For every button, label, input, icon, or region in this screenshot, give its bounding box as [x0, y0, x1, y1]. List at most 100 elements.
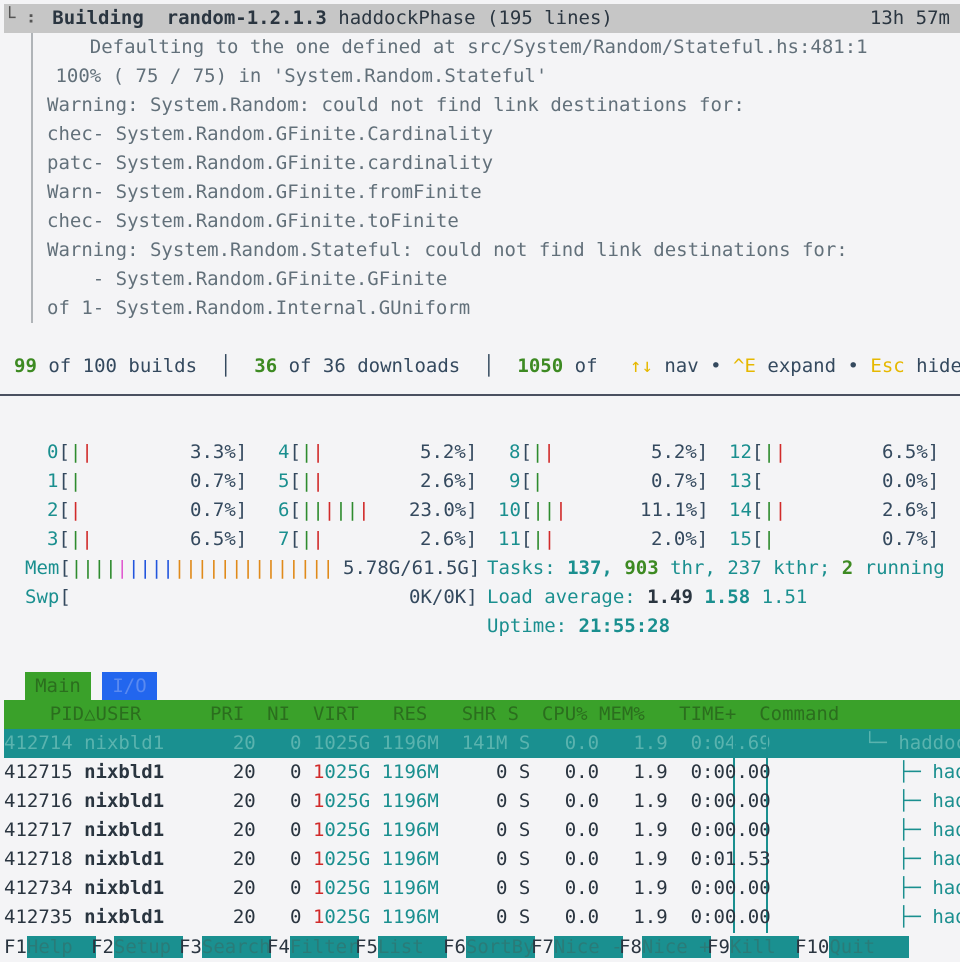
mem-meter: Mem[||||||||||||||||||||||| — [25, 557, 334, 579]
fkey-search[interactable]: F3Search — [179, 933, 271, 962]
cpu-meter-14: 14[|| — [729, 499, 787, 521]
fkey-key: F8 — [619, 936, 642, 958]
pid: 412734 — [4, 877, 73, 899]
cpu-value: 6.5% — [882, 441, 928, 463]
col-pri[interactable]: PRI — [210, 703, 244, 725]
res: 1196M — [381, 906, 439, 928]
shr: 0 — [496, 790, 508, 812]
col-user[interactable]: USER — [96, 703, 142, 725]
cpu-meter-10: 10[||| — [498, 499, 567, 521]
time: 0:00.00 — [690, 790, 771, 812]
fkey-kill[interactable]: F9Kill — [707, 933, 799, 962]
table-row[interactable]: 412715 nixbld1 20 0 1025G 1196M 0 S 0.0 … — [4, 758, 771, 787]
cpu-meter-4: 4[|| — [278, 441, 324, 463]
table-row[interactable]: 412735 nixbld1 20 0 1025G 1196M 0 S 0.0 … — [4, 903, 771, 932]
col-command[interactable]: Command — [759, 703, 839, 725]
build-package: random-1.2.1.3 — [166, 7, 327, 29]
cpu-id: 9 — [509, 470, 521, 492]
downloads-done: 36 — [254, 355, 278, 377]
cpu: 0.0 — [564, 732, 600, 754]
table-row[interactable]: 412718 nixbld1 20 0 1025G 1196M 0 S 0.0 … — [4, 845, 771, 874]
user: nixbld1 — [84, 819, 165, 841]
fkey-label: Nice - — [553, 936, 623, 958]
table-row-selected[interactable]: 412714 nixbld1 20 0 1025G 1196M 141M S 0… — [4, 729, 960, 758]
fkey-list[interactable]: F5List — [355, 933, 447, 962]
time: 0:00.00 — [690, 906, 771, 928]
cpu-id: 4 — [278, 441, 290, 463]
build-header-bar: └ ⠆ Building random-1.2.1.3 haddockPhase… — [4, 4, 960, 33]
fkey-nice-plus[interactable]: F8Nice + — [619, 933, 711, 962]
cpu-meter-7: 7[|| — [278, 528, 324, 550]
other-text: of — [574, 355, 598, 377]
load-meter: Load average: 1.49 1.58 1.51 — [487, 583, 807, 612]
col-mem[interactable]: MEM% — [599, 703, 645, 725]
pri: 20 — [232, 732, 256, 754]
tab-io[interactable]: I/O — [102, 672, 157, 700]
cpu-id: 10 — [498, 499, 521, 521]
col-s[interactable]: S — [507, 703, 518, 725]
fkey-label: Search — [201, 936, 271, 958]
fkey-setup[interactable]: F2Setup — [91, 933, 183, 962]
col-virt[interactable]: VIRT — [313, 703, 359, 725]
expand-key[interactable]: ^E — [733, 355, 756, 377]
table-row[interactable]: 412734 nixbld1 20 0 1025G 1196M 0 S 0.0 … — [4, 874, 771, 903]
build-lines: (195 lines) — [487, 7, 613, 29]
col-ni[interactable]: NI — [267, 703, 290, 725]
shr: 0 — [496, 819, 508, 841]
pid: 412715 — [4, 761, 73, 783]
col-cpu[interactable]: CPU% — [542, 703, 588, 725]
cpu: 0.0 — [564, 906, 600, 928]
cpu-id: 11 — [498, 528, 521, 550]
virt-lo: 025G — [324, 877, 371, 899]
command: ├─ had — [898, 790, 960, 812]
table-row[interactable]: 412717 nixbld1 20 0 1025G 1196M 0 S 0.0 … — [4, 816, 771, 845]
mem-label: Mem — [25, 557, 60, 579]
pri: 20 — [232, 819, 256, 841]
col-res[interactable]: RES — [393, 703, 427, 725]
pid: 412714 — [4, 732, 73, 754]
state: S — [518, 906, 531, 928]
virt-hi: 1 — [312, 819, 325, 841]
fkey-sortby[interactable]: F6SortBy — [443, 933, 535, 962]
fkey-help[interactable]: F1Help — [4, 933, 96, 962]
thr-label: thr, — [670, 557, 716, 579]
swap-meter: Swp[ — [25, 586, 71, 608]
fkey-quit[interactable]: F10Quit — [795, 933, 910, 962]
sort-arrow-icon: △ — [84, 703, 96, 725]
cpu-meter-0: 0[|| — [47, 441, 93, 463]
mem: 1.9 — [633, 848, 668, 870]
shr: 141M — [461, 732, 508, 754]
hide-key[interactable]: Esc — [870, 355, 904, 377]
user: nixbld1 — [84, 877, 165, 899]
cpu-id: 6 — [278, 499, 290, 521]
running-count: 2 — [841, 557, 854, 579]
cpu-value: 3.3% — [190, 441, 236, 463]
fkey-key: F5 — [355, 936, 378, 958]
fkey-label: Filter — [289, 936, 359, 958]
fkey-label: Nice + — [641, 936, 711, 958]
pri: 20 — [232, 761, 256, 783]
nom-status-bar: 99 of 100 builds │ 36 of 36 downloads │ … — [14, 355, 598, 377]
res: 1196M — [381, 819, 439, 841]
ni: 0 — [290, 732, 302, 754]
tab-main[interactable]: Main — [25, 672, 91, 700]
load-1: 1.49 — [647, 586, 693, 608]
cpu-meter-8: 8[|| — [509, 441, 555, 463]
fkey-filter[interactable]: F4Filter — [267, 933, 359, 962]
res: 1196M — [381, 848, 439, 870]
fkey-label: List — [377, 936, 447, 958]
time: 0:00.00 — [690, 819, 771, 841]
fkey-key: F1 — [4, 936, 27, 958]
downloads-text: of 36 downloads — [288, 355, 461, 377]
table-row[interactable]: 412716 nixbld1 20 0 1025G 1196M 0 S 0.0 … — [4, 787, 771, 816]
user: nixbld1 — [84, 790, 165, 812]
log-line: of 1- System.Random.Internal.GUniform — [47, 297, 471, 319]
cpu-value: 0.7% — [190, 499, 236, 521]
ni: 0 — [290, 761, 302, 783]
col-shr[interactable]: SHR — [462, 703, 496, 725]
cpu: 0.0 — [564, 761, 600, 783]
col-time[interactable]: TIME+ — [679, 703, 736, 725]
fkey-nice-minus[interactable]: F7Nice - — [531, 933, 623, 962]
col-pid[interactable]: PID — [50, 703, 84, 725]
virt: 1025G — [312, 732, 371, 754]
